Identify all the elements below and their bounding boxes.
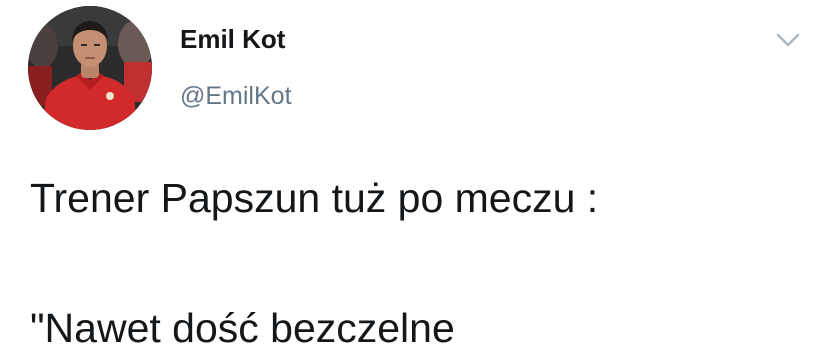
- tweet-text-line: Trener Papszun tuż po meczu :: [30, 175, 599, 221]
- tweet-menu-button[interactable]: [772, 26, 804, 54]
- tweet-card: Emil Kot @EmilKot Trener Papszun tuż po …: [0, 0, 828, 351]
- tweet-text: Trener Papszun tuż po meczu : "Nawet doś…: [30, 170, 810, 356]
- chevron-down-icon: [776, 33, 800, 47]
- avatar-photo: [28, 6, 152, 130]
- author-handle[interactable]: @EmilKot: [180, 82, 292, 111]
- author-display-name[interactable]: Emil Kot: [180, 24, 285, 55]
- avatar[interactable]: [28, 6, 152, 130]
- tweet-text-line: "Nawet dość bezczelne: [30, 305, 455, 351]
